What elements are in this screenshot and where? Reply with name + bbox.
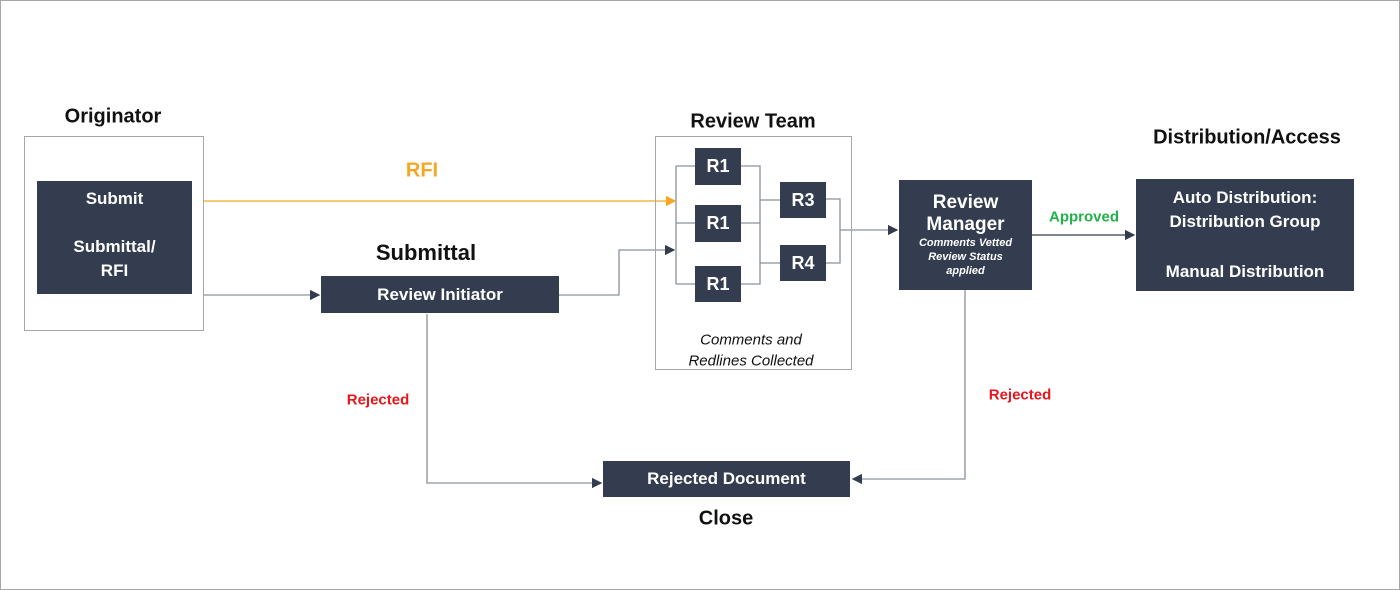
review-manager-note1: Comments Vetted xyxy=(918,237,1013,249)
review-team-title: Review Team xyxy=(690,110,816,133)
distribution-line1: Auto Distribution: xyxy=(1172,188,1318,207)
review-manager-line2: Manager xyxy=(926,214,1005,235)
comments-note-1: Comments and xyxy=(700,331,802,349)
review-initiator-box[interactable]: Review Initiator xyxy=(321,276,559,313)
reviewer-r1-c[interactable]: R1 xyxy=(695,266,741,302)
reviewer-r1-a[interactable]: R1 xyxy=(695,148,741,185)
distribution-line3: Manual Distribution xyxy=(1165,262,1325,281)
rejected-right-arrow xyxy=(851,290,966,485)
reviewer-r4[interactable]: R4 xyxy=(780,245,826,281)
originator-title: Originator xyxy=(64,105,162,128)
submittal-title: Submittal xyxy=(375,240,477,265)
comments-note-2: Redlines Collected xyxy=(688,352,814,370)
distribution-line2: Distribution Group xyxy=(1169,212,1321,231)
review-manager-box[interactable]: Review Manager Comments Vetted Review St… xyxy=(899,180,1032,290)
distribution-box[interactable]: Auto Distribution: Distribution Group Ma… xyxy=(1136,179,1354,291)
close-label: Close xyxy=(698,507,754,530)
submit-label: Submit xyxy=(85,189,144,208)
review-manager-line1: Review xyxy=(932,192,999,213)
approved-label: Approved xyxy=(1048,208,1120,226)
review-manager-note2: Review Status xyxy=(928,251,1003,263)
rfi-sub-label: RFI xyxy=(100,261,129,280)
submittal-rfi-label: Submittal/ xyxy=(73,237,156,256)
rejected-label-left: Rejected xyxy=(346,391,410,409)
rejected-label-right: Rejected xyxy=(988,386,1052,404)
rejected-left-arrow xyxy=(426,314,603,489)
distribution-title: Distribution/Access xyxy=(1153,126,1341,149)
review-manager-note3: applied xyxy=(946,265,985,277)
submit-box[interactable]: Submit Submittal/ RFI xyxy=(37,181,192,294)
rfi-label: RFI xyxy=(405,159,439,182)
rejected-document-box[interactable]: Rejected Document xyxy=(603,461,850,497)
reviewer-r1-b[interactable]: R1 xyxy=(695,205,741,242)
reviewer-r3[interactable]: R3 xyxy=(780,182,826,218)
